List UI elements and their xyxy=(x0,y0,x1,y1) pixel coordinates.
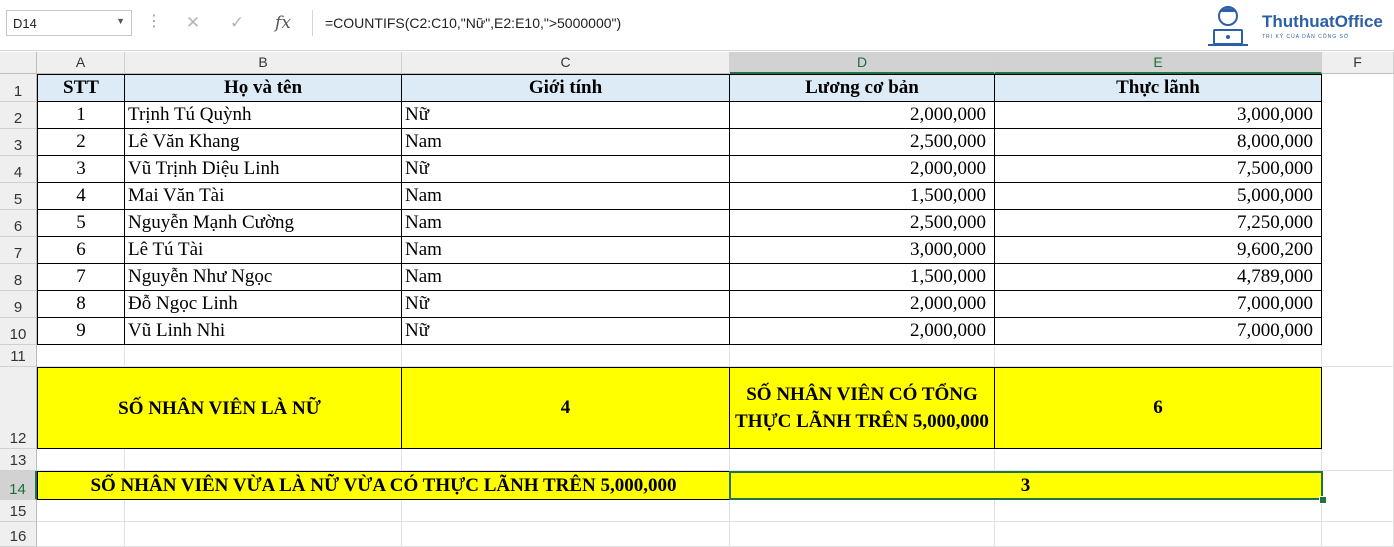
cell-stt[interactable]: 7 xyxy=(37,264,125,291)
cell-salary[interactable]: 2,500,000 xyxy=(730,129,995,156)
female-count-label[interactable]: SỐ NHÂN VIÊN LÀ NỮ xyxy=(37,367,402,449)
cell-gender[interactable]: Nữ xyxy=(402,156,730,183)
table-header-salary[interactable]: Lương cơ bản xyxy=(730,74,995,102)
column-header-e[interactable]: E xyxy=(995,52,1322,74)
row-header-14[interactable]: 14 xyxy=(0,471,37,500)
row-header-1[interactable]: 1 xyxy=(0,74,37,102)
name-box[interactable]: D14 ▼ xyxy=(6,10,132,36)
cell-salary[interactable]: 2,500,000 xyxy=(730,210,995,237)
cell-name[interactable]: Lê Tú Tài xyxy=(125,237,402,264)
row-header-10[interactable]: 10 xyxy=(0,318,37,345)
cell-gender[interactable]: Nữ xyxy=(402,102,730,129)
cell-stt[interactable]: 1 xyxy=(37,102,125,129)
column-header-b[interactable]: B xyxy=(125,52,402,74)
cell-salary[interactable]: 1,500,000 xyxy=(730,264,995,291)
column-header-d[interactable]: D xyxy=(730,52,995,74)
row-header-8[interactable]: 8 xyxy=(0,264,37,291)
drag-handle-icon[interactable]: ⋮ xyxy=(146,11,162,31)
cell-gender[interactable]: Nam xyxy=(402,264,730,291)
cell-salary[interactable]: 3,000,000 xyxy=(730,237,995,264)
cell-name[interactable]: Nguyễn Mạnh Cường xyxy=(125,210,402,237)
cell-gender[interactable]: Nữ xyxy=(402,318,730,345)
column-header-c[interactable]: C xyxy=(402,52,730,74)
brand-tagline: TRI KỶ CỦA DÂN CÔNG SỞ xyxy=(1262,34,1350,40)
cell-stt[interactable]: 6 xyxy=(37,237,125,264)
row-header-9[interactable]: 9 xyxy=(0,291,37,318)
cell-gender[interactable]: Nam xyxy=(402,183,730,210)
formula-text: =COUNTIFS(C2:C10,"Nữ",E2:E10,">5000000") xyxy=(325,15,622,31)
cell-name[interactable]: Nguyễn Như Ngọc xyxy=(125,264,402,291)
cell-salary[interactable]: 2,000,000 xyxy=(730,291,995,318)
chevron-down-icon[interactable]: ▼ xyxy=(116,16,125,26)
cell-stt[interactable]: 5 xyxy=(37,210,125,237)
name-box-value: D14 xyxy=(13,16,37,31)
table-header-gender[interactable]: Giới tính xyxy=(402,74,730,102)
cell-gender[interactable]: Nam xyxy=(402,237,730,264)
row-header-16[interactable]: 16 xyxy=(0,522,37,547)
brand-logo: ThuthuatOffice TRI KỶ CỦA DÂN CÔNG SỞ xyxy=(1196,4,1392,48)
cell-stt[interactable]: 2 xyxy=(37,129,125,156)
row-header-13[interactable]: 13 xyxy=(0,449,37,471)
cell-net[interactable]: 7,000,000 xyxy=(995,318,1322,345)
cell-stt[interactable]: 3 xyxy=(37,156,125,183)
row-header-2[interactable]: 2 xyxy=(0,102,37,129)
row-header-6[interactable]: 6 xyxy=(0,210,37,237)
row-header-7[interactable]: 7 xyxy=(0,237,37,264)
cell-name[interactable]: Lê Văn Khang xyxy=(125,129,402,156)
cell-net[interactable]: 3,000,000 xyxy=(995,102,1322,129)
row-header-5[interactable]: 5 xyxy=(0,183,37,210)
both-count-value[interactable]: 3 xyxy=(730,471,1322,500)
row-header-12[interactable]: 12 xyxy=(0,367,37,449)
table-header-net[interactable]: Thực lãnh xyxy=(995,74,1322,102)
cell-salary[interactable]: 1,500,000 xyxy=(730,183,995,210)
cell-gender[interactable]: Nữ xyxy=(402,291,730,318)
cell-salary[interactable]: 2,000,000 xyxy=(730,156,995,183)
cell-name[interactable]: Vũ Trịnh Diệu Linh xyxy=(125,156,402,183)
cell-name[interactable]: Trịnh Tú Quỳnh xyxy=(125,102,402,129)
column-header-f[interactable]: F xyxy=(1322,52,1394,74)
cancel-icon[interactable]: ✕ xyxy=(180,10,206,36)
cell-gender[interactable]: Nam xyxy=(402,210,730,237)
select-all-corner[interactable] xyxy=(0,52,37,74)
formula-input[interactable]: =COUNTIFS(C2:C10,"Nữ",E2:E10,">5000000") xyxy=(312,10,1192,36)
over5m-count-value[interactable]: 6 xyxy=(995,367,1322,449)
row-header-3[interactable]: 3 xyxy=(0,129,37,156)
cell-salary[interactable]: 2,000,000 xyxy=(730,102,995,129)
female-count-value[interactable]: 4 xyxy=(402,367,730,449)
cell-net[interactable]: 5,000,000 xyxy=(995,183,1322,210)
brand-name: ThuthuatOffice xyxy=(1262,12,1383,31)
fill-handle[interactable] xyxy=(1319,496,1327,504)
cell-name[interactable]: Vũ Linh Nhi xyxy=(125,318,402,345)
gridline xyxy=(37,521,1394,522)
cell-name[interactable]: Mai Văn Tài xyxy=(125,183,402,210)
row-header-11[interactable]: 11 xyxy=(0,345,37,367)
column-header-a[interactable]: A xyxy=(37,52,125,74)
table-header-stt[interactable]: STT xyxy=(37,74,125,102)
cell-name[interactable]: Đỗ Ngọc Linh xyxy=(125,291,402,318)
table-header-name[interactable]: Họ và tên xyxy=(125,74,402,102)
both-count-label[interactable]: SỐ NHÂN VIÊN VỪA LÀ NỮ VỪA CÓ THỰC LÃNH … xyxy=(37,471,730,500)
confirm-icon[interactable]: ✓ xyxy=(224,10,250,36)
cell-stt[interactable]: 9 xyxy=(37,318,125,345)
cell-net[interactable]: 4,789,000 xyxy=(995,264,1322,291)
row-header-4[interactable]: 4 xyxy=(0,156,37,183)
cell-net[interactable]: 9,600,200 xyxy=(995,237,1322,264)
cell-net[interactable]: 7,000,000 xyxy=(995,291,1322,318)
row-header-15[interactable]: 15 xyxy=(0,500,37,522)
over5m-count-label[interactable]: SỐ NHÂN VIÊN CÓ TỔNG THỰC LÃNH TRÊN 5,00… xyxy=(730,367,995,449)
cell-stt[interactable]: 8 xyxy=(37,291,125,318)
office-worker-icon xyxy=(1208,6,1248,46)
cell-net[interactable]: 7,250,000 xyxy=(995,210,1322,237)
cell-gender[interactable]: Nam xyxy=(402,129,730,156)
cell-stt[interactable]: 4 xyxy=(37,183,125,210)
cell-salary[interactable]: 2,000,000 xyxy=(730,318,995,345)
cell-net[interactable]: 8,000,000 xyxy=(995,129,1322,156)
formula-bar: D14 ▼ ⋮ ✕ ✓ fx =COUNTIFS(C2:C10,"Nữ",E2:… xyxy=(0,0,1394,51)
insert-function-icon[interactable]: fx xyxy=(270,10,296,36)
cell-net[interactable]: 7,500,000 xyxy=(995,156,1322,183)
